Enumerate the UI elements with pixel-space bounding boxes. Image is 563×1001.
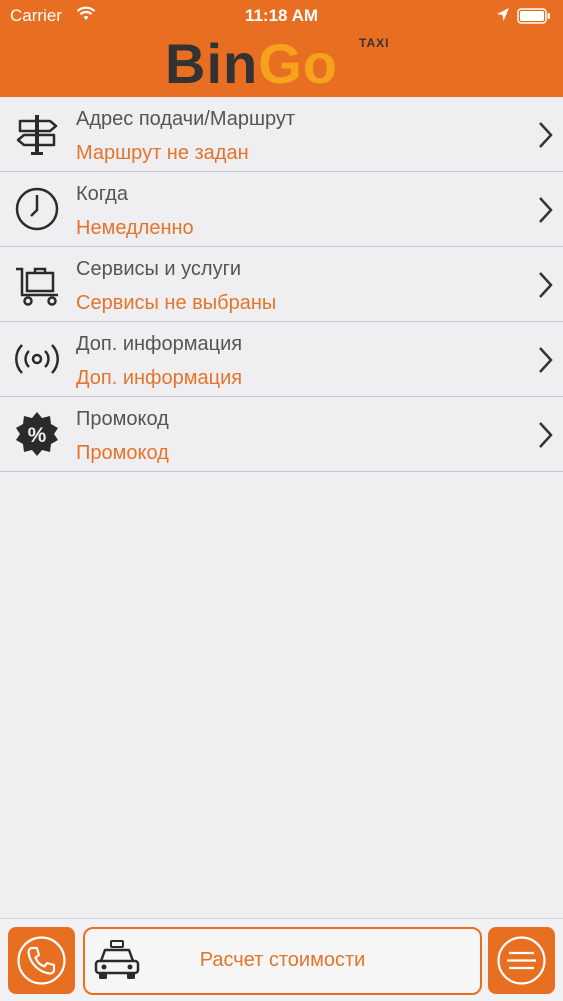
chevron-right-icon [539, 422, 553, 448]
logo-text-go: Go [258, 32, 338, 95]
promo-row[interactable]: % Промокод Промокод [0, 397, 563, 472]
services-row[interactable]: Сервисы и услуги Сервисы не выбраны [0, 247, 563, 322]
call-button[interactable] [8, 927, 75, 994]
clock-icon [15, 187, 59, 231]
chevron-right-icon [539, 347, 553, 373]
calculate-price-label: Расчет стоимости [199, 949, 366, 971]
broadcast-icon [15, 344, 59, 374]
app-header: Carrier 11:18 AM BinGo TAXI [0, 0, 563, 97]
chevron-right-icon [539, 272, 553, 298]
status-bar: Carrier 11:18 AM [0, 0, 563, 32]
time-title: Когда [76, 183, 128, 205]
extra-info-row[interactable]: Доп. информация Доп. информация [0, 322, 563, 397]
promo-title: Промокод [76, 408, 169, 430]
location-arrow-icon [497, 8, 509, 21]
menu-icon [497, 936, 546, 985]
phone-icon [17, 936, 66, 985]
bingo-taxi-logo: BinGo TAXI [165, 34, 401, 94]
chevron-right-icon [539, 122, 553, 148]
bottom-bar: Расчет стоимости [0, 918, 563, 1001]
calculate-price-button[interactable]: Расчет стоимости [83, 927, 482, 995]
logo-text-bin: Bin [165, 32, 259, 95]
battery-icon [517, 8, 550, 24]
extra-info-value: Доп. информация [76, 367, 243, 389]
percent-badge-icon: % [16, 412, 58, 456]
time-row[interactable]: Когда Немедленно [0, 172, 563, 247]
promo-value: Промокод [76, 442, 169, 464]
route-row[interactable]: Адрес подачи/Маршрут Маршрут не задан [0, 97, 563, 172]
cart-icon [16, 267, 58, 306]
svg-text:%: % [28, 424, 47, 447]
chevron-right-icon [539, 197, 553, 223]
order-options-list: Адрес подачи/Маршрут Маршрут не задан Ко… [0, 97, 563, 472]
services-value: Сервисы не выбраны [76, 292, 277, 314]
services-title: Сервисы и услуги [76, 258, 242, 280]
time-value: Немедленно [76, 217, 194, 239]
route-value: Маршрут не задан [76, 142, 249, 164]
logo-tag: TAXI [359, 36, 390, 50]
route-title: Адрес подачи/Маршрут [76, 108, 296, 130]
extra-info-title: Доп. информация [76, 333, 243, 355]
menu-button[interactable] [488, 927, 555, 994]
signpost-icon [16, 115, 58, 155]
clock-time: 11:18 AM [244, 6, 319, 25]
